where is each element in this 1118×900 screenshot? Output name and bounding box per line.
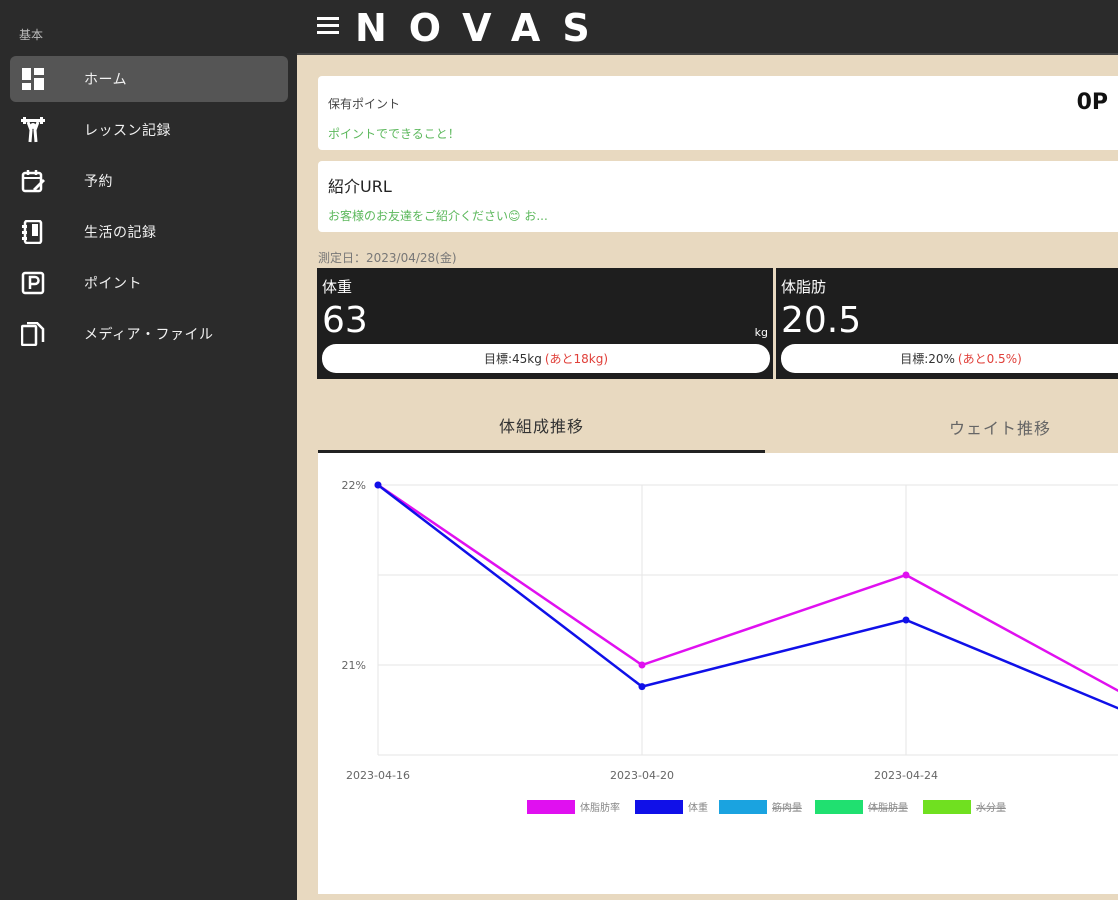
- referral-title: 紹介URL: [328, 177, 392, 196]
- body-fat-goal-remain: (あと0.5%): [957, 352, 1022, 366]
- sidebar-item-label: ポイント: [84, 276, 142, 292]
- barbell-icon: [20, 117, 46, 143]
- x-tick-label: 2023-04-24: [874, 769, 938, 782]
- body-fat-label: 体脂肪: [781, 278, 827, 296]
- legend-swatch: [815, 800, 863, 814]
- sidebar-item-label: メディア・ファイル: [84, 327, 214, 343]
- sidebar-item-reservation[interactable]: 予約: [10, 158, 288, 204]
- sidebar-item-life-record[interactable]: 生活の記録: [10, 209, 288, 255]
- data-point: [638, 661, 646, 669]
- data-point: [374, 481, 382, 489]
- series-line: [377, 484, 1118, 710]
- calendar-edit-icon: [20, 168, 46, 194]
- weight-goal-text: 目標:45kg: [483, 352, 542, 366]
- points-icon: [20, 270, 46, 296]
- legend-swatch: [635, 800, 683, 814]
- sidebar-item-home[interactable]: ホーム: [10, 56, 288, 102]
- menu-icon[interactable]: [317, 17, 339, 37]
- points-info-link[interactable]: ポイントでできること！: [328, 125, 460, 142]
- measure-date: 測定日：2023/04/28(金): [318, 251, 457, 265]
- notebook-icon: [20, 219, 46, 245]
- y-tick-label: 22%: [342, 479, 366, 492]
- data-point: [902, 571, 910, 579]
- sidebar-item-media-files[interactable]: メディア・ファイル: [10, 311, 288, 357]
- referral-text[interactable]: お客様のお友達をご紹介ください😊 お...: [328, 207, 548, 224]
- body-fat-value: 20.5: [781, 300, 862, 341]
- tab-body-composition[interactable]: 体組成推移: [318, 400, 765, 453]
- sidebar-item-label: レッスン記録: [84, 123, 171, 139]
- sidebar-item-label: 生活の記録: [84, 225, 157, 241]
- weight-label: 体重: [322, 278, 353, 296]
- legend-label: 筋肉量: [772, 801, 802, 814]
- legend-label: 体脂肪量: [868, 801, 908, 814]
- data-point: [638, 683, 646, 691]
- legend-swatch: [527, 800, 575, 814]
- sidebar-item-lessons[interactable]: レッスン記録: [10, 107, 288, 153]
- legend-swatch: [923, 800, 971, 814]
- weight-goal-remain: (あと18kg): [544, 352, 609, 366]
- body-fat-goal: 目標:20% (あと0.5%): [781, 344, 1118, 373]
- body-fat-goal-text: 目標:20%: [900, 352, 955, 366]
- y-tick-label: 21%: [342, 659, 366, 672]
- sidebar-item-label: ホーム: [84, 72, 128, 88]
- sidebar-item-label: 予約: [84, 174, 113, 190]
- weight-panel: 体重 63 kg 目標:45kg (あと18kg): [317, 268, 773, 379]
- files-icon: [20, 321, 46, 347]
- x-tick-label: 2023-04-20: [610, 769, 674, 782]
- body-fat-panel: 体脂肪 20.5 目標:20% (あと0.5%): [776, 268, 1118, 379]
- weight-goal: 目標:45kg (あと18kg): [322, 344, 770, 373]
- points-label: 保有ポイント: [328, 97, 401, 111]
- weight-value: 63: [322, 300, 368, 341]
- x-tick-label: 2023-04-16: [346, 769, 410, 782]
- weight-unit: kg: [754, 326, 768, 339]
- dashboard-icon: [20, 66, 46, 92]
- sidebar: 基本 ホーム レッスン記録 予約 生活の記録 ポイント メディア・ファイル: [0, 0, 297, 900]
- sidebar-section-label: 基本: [19, 28, 44, 42]
- legend-label: 体重: [688, 801, 708, 814]
- points-value: 0P: [1076, 90, 1108, 115]
- body-composition-chart: 22% 21% 2023-04-16 2023-04-20 2023-04-24 体脂肪率…: [318, 453, 1118, 894]
- series-line: [377, 483, 1118, 693]
- top-bar: NOVAS: [297, 0, 1118, 55]
- legend-label: 水分量: [976, 802, 1006, 814]
- sidebar-item-points[interactable]: ポイント: [10, 260, 288, 306]
- referral-card[interactable]: 紹介URL お客様のお友達をご紹介ください😊 お...: [318, 161, 1118, 232]
- data-point: [902, 616, 910, 624]
- points-card: 保有ポイント 0P ポイントでできること！: [318, 76, 1118, 150]
- chart-canvas: 22% 21% 2023-04-16 2023-04-20 2023-04-24 体脂肪率…: [342, 479, 1118, 814]
- legend-swatch: [719, 800, 767, 814]
- legend-label: 体脂肪率: [580, 801, 620, 814]
- tab-weight-trend[interactable]: ウェイト推移: [770, 400, 1118, 453]
- brand-logo: NOVAS: [355, 6, 612, 50]
